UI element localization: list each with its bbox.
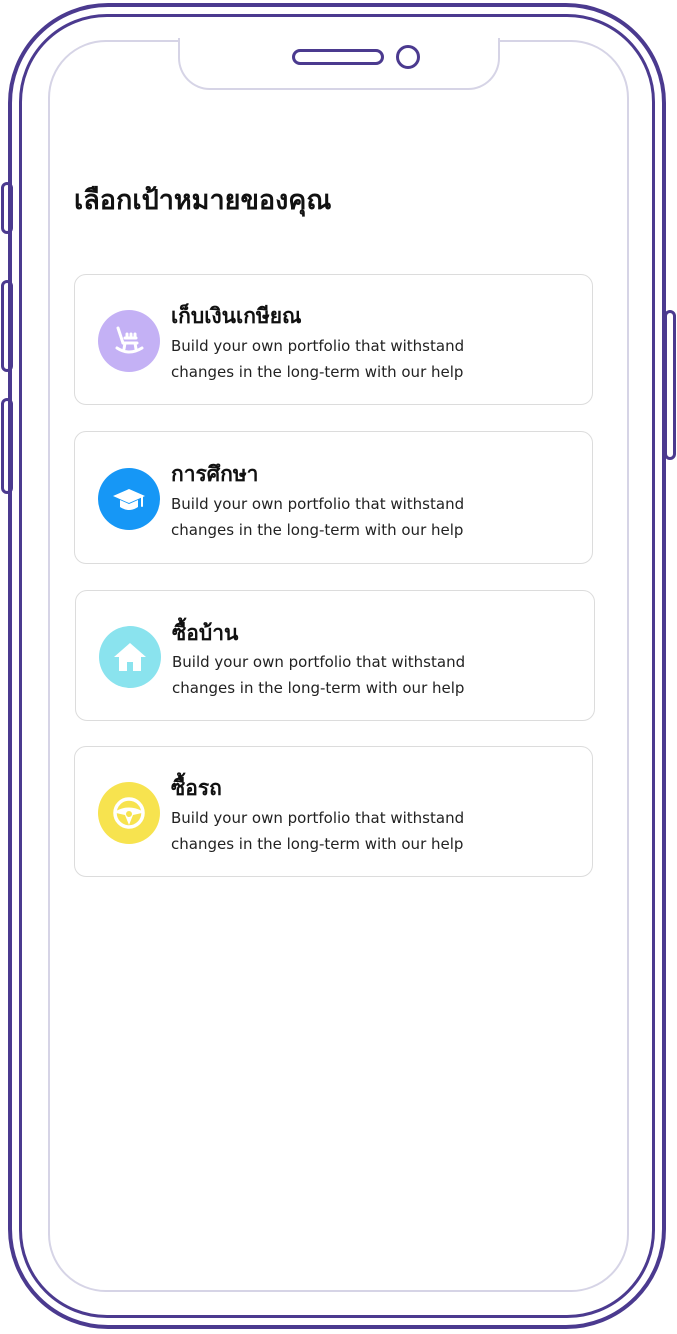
goal-icon-education	[98, 468, 160, 530]
camera-icon	[396, 45, 420, 69]
goal-card-education[interactable]: การศึกษา Build your own portfolio that w…	[74, 431, 593, 564]
goal-title: ซื้อบ้าน	[172, 621, 239, 645]
goal-title: การศึกษา	[171, 462, 259, 486]
goal-description: Build your own portfolio that withstand …	[171, 337, 465, 381]
goal-icon-retirement	[98, 310, 160, 372]
goal-description: Build your own portfolio that withstand …	[171, 495, 465, 539]
goal-card-car[interactable]: ซื้อรถ Build your own portfolio that wit…	[74, 746, 593, 877]
goal-icon-house	[99, 626, 161, 688]
rocking-chair-icon	[115, 326, 144, 354]
goal-card-retirement[interactable]: เก็บเงินเกษียณ Build your own portfolio …	[74, 274, 593, 405]
graduation-cap-icon	[113, 489, 145, 510]
goal-icon-car	[98, 782, 160, 844]
goal-title: เก็บเงินเกษียณ	[171, 304, 302, 328]
page-title: เลือกเป้าหมายของคุณ	[74, 185, 332, 216]
goal-description: Build your own portfolio that withstand …	[171, 809, 465, 853]
goal-description: Build your own portfolio that withstand …	[172, 653, 466, 697]
house-icon	[114, 643, 146, 671]
speaker-icon	[292, 49, 384, 65]
steering-wheel-icon	[113, 797, 145, 829]
goal-title: ซื้อรถ	[171, 776, 222, 800]
goal-card-house[interactable]: ซื้อบ้าน Build your own portfolio that w…	[75, 590, 595, 721]
